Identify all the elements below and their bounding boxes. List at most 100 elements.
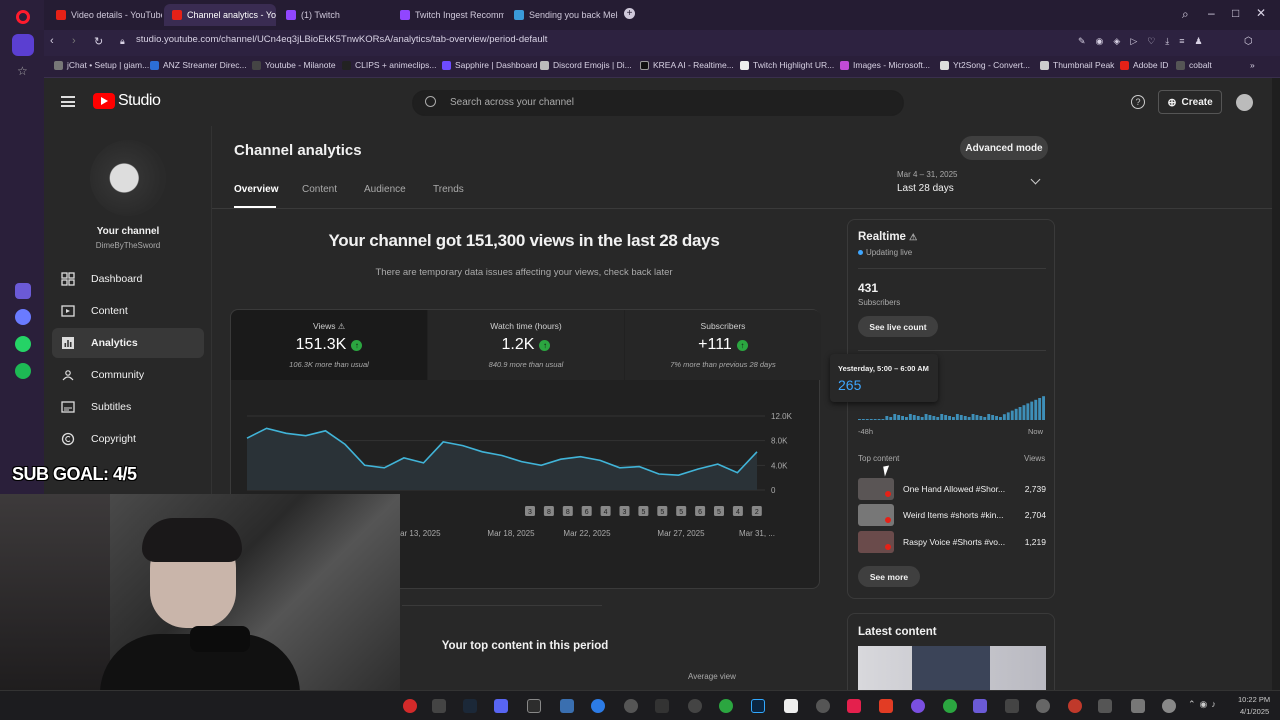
tab-trends[interactable]: Trends: [433, 184, 464, 195]
realtime-bar[interactable]: [955, 414, 959, 420]
realtime-bar[interactable]: [991, 415, 995, 420]
app-taskbar-icon[interactable]: [591, 699, 605, 713]
app-taskbar-icon[interactable]: [1068, 699, 1082, 713]
realtime-bar[interactable]: [944, 415, 948, 420]
see-live-count-button[interactable]: See live count: [858, 316, 938, 337]
extensions-icon[interactable]: ⬡: [1244, 36, 1253, 47]
app-taskbar-icon[interactable]: [1005, 699, 1019, 713]
realtime-bar[interactable]: [1018, 407, 1022, 420]
bookmark[interactable]: ANZ Streamer Direc...: [150, 60, 247, 70]
app-taskbar-icon[interactable]: [1131, 699, 1145, 713]
sidebar-item-dashboard[interactable]: Dashboard: [52, 264, 204, 294]
steam-taskbar-icon[interactable]: [463, 699, 477, 713]
bookmark[interactable]: jChat • Setup | giam...: [54, 60, 149, 70]
forward-icon[interactable]: ›: [72, 35, 76, 47]
stat-views[interactable]: Views ⚠ 151.3K ↑ 106.3K more than usual: [231, 310, 427, 380]
stat-watch-time[interactable]: Watch time (hours) 1.2K ↑ 840.9 more than…: [428, 310, 624, 380]
realtime-bar[interactable]: [881, 419, 885, 420]
sidebar-item-copyright[interactable]: Copyright: [52, 424, 204, 454]
realtime-bar[interactable]: [861, 419, 865, 420]
app-taskbar-icon[interactable]: [719, 699, 733, 713]
menu-icon[interactable]: [61, 96, 75, 107]
app-taskbar-icon[interactable]: [1036, 699, 1050, 713]
realtime-bar[interactable]: [1038, 398, 1042, 420]
realtime-bar[interactable]: [1002, 414, 1006, 420]
list-item[interactable]: Raspy Voice #Shorts #vo... 1,219: [858, 531, 1046, 553]
app-taskbar-icon[interactable]: [784, 699, 798, 713]
create-button[interactable]: ⊕ Create: [1158, 90, 1222, 114]
realtime-bar[interactable]: [912, 415, 916, 420]
minimize-icon[interactable]: –: [1208, 6, 1215, 20]
sidebar-item-subtitles[interactable]: Subtitles: [52, 392, 204, 422]
avatar[interactable]: [1236, 94, 1253, 111]
tab-channel-analytics[interactable]: Channel analytics - YouTu×: [164, 4, 276, 26]
realtime-bar[interactable]: [908, 414, 912, 420]
realtime-bar[interactable]: [1014, 408, 1018, 420]
tab-twitch[interactable]: (1) Twitch: [278, 4, 390, 26]
app-taskbar-icon[interactable]: [527, 699, 541, 713]
realtime-bar[interactable]: [936, 417, 940, 420]
bookmark[interactable]: Images - Microsoft...: [840, 60, 930, 70]
tab-video-details[interactable]: Video details - YouTube S: [48, 4, 162, 26]
realtime-bar[interactable]: [877, 419, 881, 420]
realtime-bar[interactable]: [873, 419, 877, 420]
tab-overview[interactable]: Overview: [234, 184, 278, 195]
tiktok-taskbar-icon[interactable]: [847, 699, 861, 713]
realtime-bar[interactable]: [983, 417, 987, 420]
star-icon[interactable]: ☆: [17, 64, 28, 78]
bookmarks-overflow-icon[interactable]: »: [1250, 60, 1255, 70]
app-taskbar-icon[interactable]: [560, 699, 574, 713]
home-icon[interactable]: [12, 34, 34, 56]
realtime-bar[interactable]: [865, 419, 869, 420]
realtime-bar[interactable]: [920, 417, 924, 420]
app-taskbar-icon[interactable]: [432, 699, 446, 713]
help-icon[interactable]: ?: [1131, 95, 1145, 109]
search-input[interactable]: Search across your channel: [450, 97, 574, 108]
realtime-bar[interactable]: [889, 417, 893, 420]
clock-time[interactable]: 10:22 PM: [1238, 695, 1270, 704]
discord-taskbar-icon[interactable]: [494, 699, 508, 713]
bookmark[interactable]: KREA AI - Realtime...: [640, 60, 734, 70]
opera-logo-icon[interactable]: [16, 10, 30, 24]
stat-subscribers[interactable]: Subscribers +111 ↑ 7% more than previous …: [625, 310, 821, 380]
app-taskbar-icon[interactable]: [879, 699, 893, 713]
realtime-bar[interactable]: [932, 416, 936, 420]
realtime-bar[interactable]: [959, 415, 963, 420]
realtime-bar[interactable]: [893, 414, 897, 420]
app-taskbar-icon[interactable]: [655, 699, 669, 713]
tab-audience[interactable]: Audience: [364, 184, 406, 195]
sidebar-item-analytics[interactable]: Analytics: [52, 328, 204, 358]
realtime-bar[interactable]: [1010, 410, 1014, 420]
app-taskbar-icon[interactable]: [943, 699, 957, 713]
photoshop-taskbar-icon[interactable]: [751, 699, 765, 713]
close-icon[interactable]: ✕: [1256, 6, 1266, 20]
reload-icon[interactable]: ↻: [94, 35, 103, 48]
search-tabs-icon[interactable]: ⌕: [1182, 7, 1189, 22]
app-taskbar-icon[interactable]: [1162, 699, 1176, 713]
realtime-bar[interactable]: [901, 416, 904, 420]
toolbar-icons[interactable]: ✎◉◈▷♡⤓≡♟: [1078, 36, 1213, 47]
app-taskbar-icon[interactable]: [911, 699, 925, 713]
tray-icons[interactable]: ⌃◉♪: [1188, 699, 1220, 710]
realtime-bar[interactable]: [858, 419, 861, 420]
realtime-bar[interactable]: [948, 416, 951, 420]
channel-avatar[interactable]: [90, 140, 166, 216]
realtime-bar[interactable]: [999, 417, 1002, 420]
realtime-bar[interactable]: [1030, 401, 1034, 420]
date-range-selector[interactable]: Mar 4 – 31, 2025 Last 28 days: [897, 170, 1045, 200]
realtime-bar[interactable]: [897, 415, 901, 420]
bookmark[interactable]: Twitch Highlight UR...: [740, 60, 834, 70]
tab-twitch-ingest[interactable]: Twitch Ingest Recommen: [392, 4, 504, 26]
bookmark[interactable]: Discord Emojis | Di...: [540, 60, 632, 70]
new-tab-icon[interactable]: +: [624, 8, 635, 19]
app-taskbar-icon[interactable]: [973, 699, 987, 713]
search-bar[interactable]: Search across your channel: [412, 90, 904, 116]
realtime-bar[interactable]: [1026, 403, 1030, 420]
realtime-bar[interactable]: [952, 417, 955, 420]
realtime-bar[interactable]: [963, 416, 967, 420]
clock-date[interactable]: 4/1/2025: [1240, 707, 1269, 716]
spotify-icon[interactable]: [15, 363, 31, 379]
bookmark[interactable]: CLIPS + animeclips...: [342, 60, 437, 70]
app-taskbar-icon[interactable]: [1098, 699, 1112, 713]
realtime-bar[interactable]: [971, 414, 975, 420]
